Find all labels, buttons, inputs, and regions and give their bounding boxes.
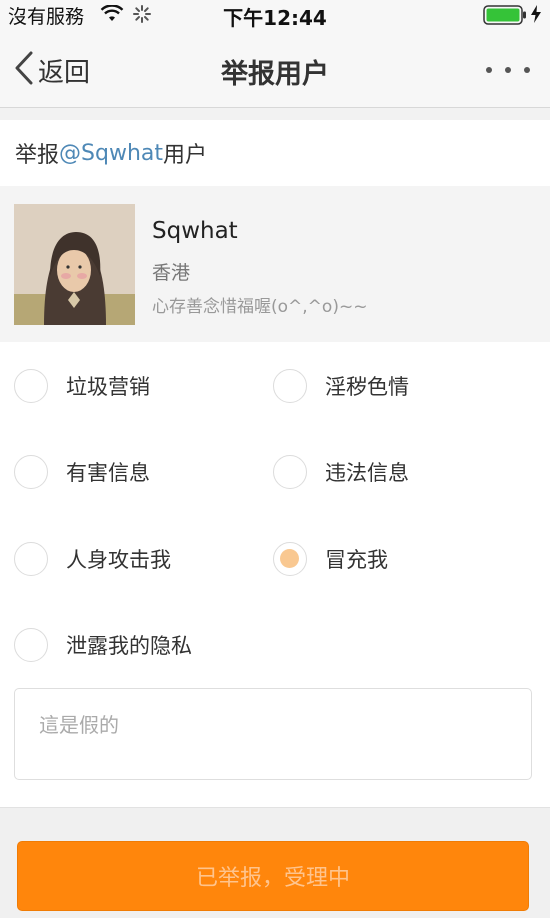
more-icon-dot bbox=[524, 67, 530, 73]
option-label: 淫秽色情 bbox=[325, 375, 409, 399]
battery-icon bbox=[483, 5, 527, 29]
user-name: Sqwhat bbox=[152, 218, 238, 244]
report-header: 举报 @Sqwhat 用户 bbox=[0, 120, 550, 186]
radio-button[interactable] bbox=[14, 369, 48, 403]
option-label: 垃圾营销 bbox=[66, 375, 150, 399]
report-suffix: 用户 bbox=[163, 143, 208, 168]
report-prefix: 举报 bbox=[15, 143, 60, 168]
more-icon-dot bbox=[505, 67, 511, 73]
option-harmful-info[interactable]: 有害信息 bbox=[14, 450, 150, 494]
user-bio: 心存善念惜福喔(o^,^o)~~ bbox=[152, 297, 368, 317]
option-illegal-info[interactable]: 违法信息 bbox=[273, 450, 409, 494]
navigation-bar: 返回 举报用户 bbox=[0, 30, 550, 108]
option-label: 有害信息 bbox=[66, 461, 150, 485]
radio-button[interactable] bbox=[14, 628, 48, 662]
submit-button[interactable]: 已举报，受理中 bbox=[17, 841, 529, 911]
option-label: 违法信息 bbox=[325, 461, 409, 485]
user-location: 香港 bbox=[152, 262, 191, 284]
radio-button[interactable] bbox=[14, 455, 48, 489]
status-time: 下午12:44 bbox=[223, 6, 327, 30]
description-textarea[interactable]: 這是假的 bbox=[14, 688, 532, 780]
option-spam-marketing[interactable]: 垃圾营销 bbox=[14, 364, 150, 408]
option-privacy-leak[interactable]: 泄露我的隐私 bbox=[14, 623, 192, 667]
radio-button[interactable] bbox=[14, 542, 48, 576]
more-icon bbox=[486, 67, 492, 73]
option-impersonation[interactable]: 冒充我 bbox=[273, 537, 388, 581]
page-title: 举报用户 bbox=[221, 59, 329, 90]
more-button[interactable] bbox=[480, 58, 536, 82]
radio-button-selected[interactable] bbox=[273, 542, 307, 576]
avatar bbox=[14, 204, 135, 325]
status-bar: 沒有服務 下午12:44 bbox=[0, 0, 550, 30]
option-label: 人身攻击我 bbox=[66, 548, 171, 572]
option-pornography[interactable]: 淫秽色情 bbox=[273, 364, 409, 408]
description-text: 這是假的 bbox=[39, 713, 119, 737]
report-mention[interactable]: @Sqwhat bbox=[59, 141, 163, 166]
user-card bbox=[0, 186, 550, 342]
radio-button[interactable] bbox=[273, 455, 307, 489]
radio-button[interactable] bbox=[273, 369, 307, 403]
option-label: 冒充我 bbox=[325, 548, 388, 572]
option-label: 泄露我的隐私 bbox=[66, 634, 192, 658]
option-personal-attack[interactable]: 人身攻击我 bbox=[14, 537, 171, 581]
charging-icon bbox=[530, 4, 542, 28]
